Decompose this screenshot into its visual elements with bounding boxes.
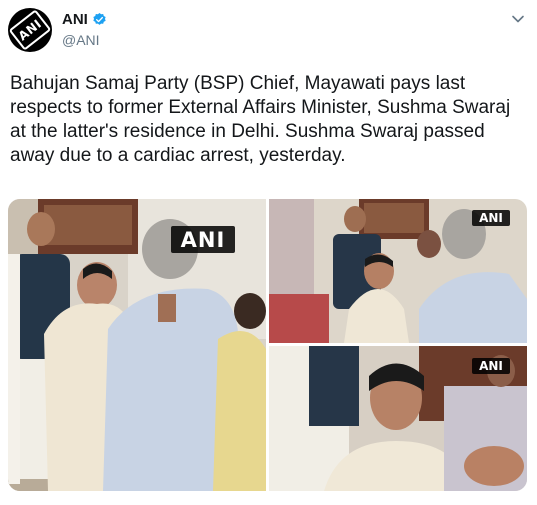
photo-3[interactable]: ANI	[269, 346, 527, 491]
avatar-logo: ANI	[8, 9, 52, 51]
photo-1[interactable]: ANI	[8, 199, 266, 491]
ani-watermark: ANI	[171, 226, 235, 253]
user-handle[interactable]: @ANI	[62, 32, 100, 48]
ani-watermark: ANI	[472, 358, 510, 374]
verified-badge-icon	[93, 12, 106, 25]
tweet-text: Bahujan Samaj Party (BSP) Chief, Mayawat…	[10, 73, 511, 166]
photo-2[interactable]: ANI	[269, 199, 527, 343]
display-name[interactable]: ANI	[62, 11, 88, 28]
ani-watermark: ANI	[472, 210, 510, 226]
name-row: ANI	[62, 11, 107, 28]
avatar[interactable]: ANI	[8, 8, 52, 52]
tweet-card[interactable]: ANI ANI @ANI Bahujan Samaj Party (BSP) C…	[0, 0, 537, 505]
chevron-down-icon[interactable]	[511, 12, 525, 26]
media-grid: ANI ANI ANI	[8, 199, 527, 491]
